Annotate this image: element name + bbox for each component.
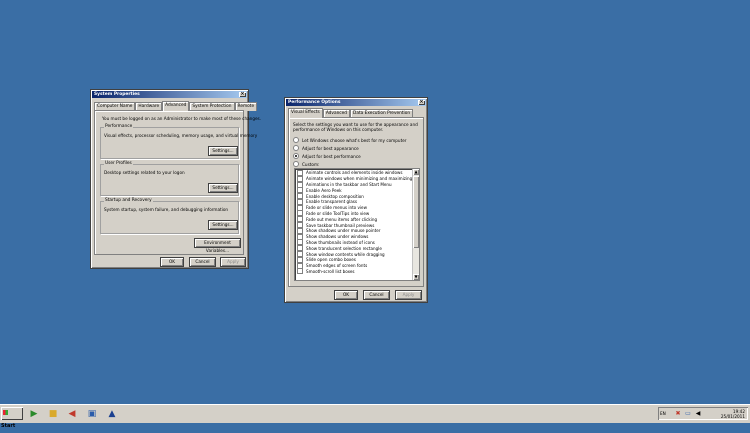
radio-best-appearance[interactable]: Adjust for best appearance [293, 145, 359, 151]
apply-button[interactable]: Apply [395, 290, 422, 300]
startup-recovery-group: Startup and Recovery System startup, sys… [100, 198, 239, 234]
folder-icon[interactable]: ■ [47, 408, 59, 420]
visual-effects-panel: Select the settings you want to use for … [288, 117, 424, 287]
effect-label: Show window contents while dragging [306, 251, 385, 257]
effect-label: Show translucent selection rectangle [306, 245, 382, 251]
effect-item[interactable]: Smooth-scroll list boxes [295, 268, 419, 275]
start-button[interactable]: Start [1, 407, 23, 429]
close-button[interactable]: × [239, 92, 246, 97]
checkbox[interactable] [297, 268, 303, 275]
effect-label: Show shadows under mouse pointer [306, 228, 381, 234]
start-label: Start [1, 423, 16, 429]
cancel-button[interactable]: Cancel [363, 290, 390, 300]
effect-label: Smooth-scroll list boxes [306, 268, 355, 274]
startup-recovery-description: System startup, system failure, and debu… [104, 207, 229, 212]
apply-button[interactable]: Apply [220, 257, 246, 267]
effect-label: Slide open combo boxes [306, 257, 356, 263]
environment-variables-button[interactable]: Environment Variables... [194, 238, 241, 253]
effect-label: Animations in the taskbar and Start Menu [306, 181, 392, 187]
effects-checkbox-list: Animate controls and elements inside win… [295, 169, 419, 275]
effect-label: Fade out menu items after clicking [306, 216, 378, 222]
system-icon[interactable]: ▲ [106, 408, 118, 420]
visual-effects-list[interactable]: Animate controls and elements inside win… [294, 168, 420, 281]
performance-group: Performance Visual effects, processor sc… [100, 124, 257, 159]
cancel-button[interactable]: Cancel [189, 257, 216, 267]
window-title: System Properties [94, 92, 140, 97]
effect-label: Enable desktop composition [306, 193, 364, 199]
media-player-icon[interactable]: ▶ [28, 408, 40, 420]
intro-text-line-2: performance of Windows on this computer. [293, 127, 384, 132]
ok-button[interactable]: OK [160, 257, 184, 267]
effect-label: Save taskbar thumbnail previews [306, 222, 375, 228]
scroll-thumb[interactable] [413, 176, 419, 248]
tab-visual-effects[interactable]: Visual Effects [288, 108, 323, 118]
performance-settings-button[interactable]: Settings... [208, 146, 238, 156]
radio-let-windows-choose[interactable]: Let Windows choose what's best for my co… [293, 137, 407, 143]
scroll-down-arrow-icon[interactable]: ▼ [413, 274, 419, 280]
user-profiles-settings-button[interactable]: Settings... [208, 183, 238, 193]
effect-item[interactable]: Animate windows when minimizing and maxi… [295, 175, 419, 182]
radio-button[interactable] [293, 137, 299, 143]
volume-icon[interactable]: ◀ [694, 407, 702, 420]
radio-best-performance[interactable]: Adjust for best performance [293, 153, 361, 159]
performance-description: Visual effects, processor scheduling, me… [104, 133, 258, 138]
language-indicator[interactable]: EN [660, 411, 666, 416]
effect-label: Enable Aero Peek [306, 187, 342, 193]
effect-label: Show thumbnails instead of icons [306, 239, 375, 245]
network-icon[interactable]: ▣ [86, 408, 98, 420]
list-scrollbar[interactable]: ▲ ▼ [412, 169, 419, 280]
effect-label: Fade or slide menus into view [306, 205, 367, 211]
effect-label: Enable transparent glass [306, 199, 357, 205]
scroll-up-arrow-icon[interactable]: ▲ [413, 169, 419, 175]
startup-recovery-group-title: Startup and Recovery [104, 198, 153, 203]
user-profiles-description: Desktop settings related to your logon [104, 170, 185, 175]
speaker-icon[interactable]: ◀ [66, 408, 78, 420]
system-properties-window: System Properties × Computer Name Hardwa… [90, 89, 261, 269]
performance-options-window: Performance Options × Visual Effects Adv… [284, 97, 428, 303]
network-status-icon[interactable]: ✖ [674, 407, 682, 420]
radio-label: Let Windows choose what's best for my co… [302, 137, 407, 143]
effect-label: Smooth edges of screen fonts [306, 263, 368, 269]
radio-label: Custom: [302, 161, 320, 167]
windows-flag-icon [3, 410, 8, 415]
ok-button[interactable]: OK [334, 290, 358, 300]
advanced-tab-panel: You must be logged on as an Administrato… [94, 110, 261, 255]
clock[interactable]: 19:42 25/01/2011 [721, 409, 745, 419]
performance-options-titlebar[interactable]: Performance Options × [286, 99, 426, 106]
system-properties-titlebar[interactable]: System Properties × [92, 91, 247, 98]
radio-button-selected[interactable] [293, 153, 299, 159]
user-profiles-group: User Profiles Desktop settings related t… [100, 161, 239, 196]
window-title: Performance Options [288, 100, 341, 105]
effect-label: Animate controls and elements inside win… [306, 170, 403, 176]
clock-date: 25/01/2011 [720, 414, 745, 419]
admin-notice: You must be logged on as an Administrato… [102, 116, 262, 121]
display-icon[interactable]: ▭ [684, 407, 692, 420]
radio-custom[interactable]: Custom: [293, 161, 319, 167]
startup-recovery-settings-button[interactable]: Settings... [208, 220, 238, 230]
effect-item[interactable]: Animate controls and elements inside win… [295, 169, 419, 176]
radio-button[interactable] [293, 145, 299, 151]
radio-label: Adjust for best performance [302, 153, 361, 159]
effect-label: Fade or slide ToolTips into view [306, 210, 370, 216]
user-profiles-group-title: User Profiles [104, 161, 133, 166]
effect-label: Animate windows when minimizing and maxi… [306, 176, 413, 182]
tab-advanced[interactable]: Advanced [162, 101, 190, 111]
radio-label: Adjust for best appearance [302, 145, 359, 151]
radio-button[interactable] [293, 161, 299, 167]
close-button[interactable]: × [418, 100, 425, 105]
performance-group-title: Performance [104, 124, 134, 129]
effect-label: Show shadows under windows [306, 234, 369, 240]
system-tray: EN ✖ ▭ ◀ 19:42 25/01/2011 [658, 407, 748, 420]
taskbar: Start ▶ ■ ◀ ▣ ▲ EN ✖ ▭ ◀ 19:42 25/01/201… [0, 404, 750, 429]
